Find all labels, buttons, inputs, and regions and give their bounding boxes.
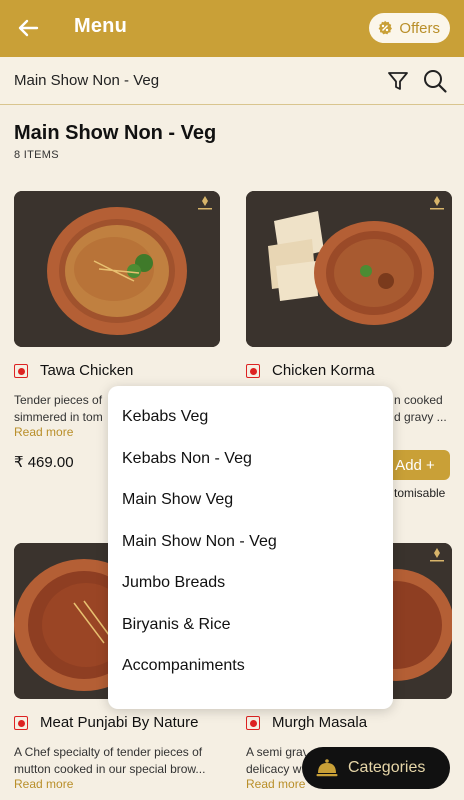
customisable-label: tomisable xyxy=(394,486,446,500)
page-title: Menu xyxy=(74,15,128,37)
arrow-left-icon xyxy=(18,19,39,37)
item-price: ₹ 469.00 xyxy=(14,454,74,471)
category-item-jumbo-breads[interactable]: Jumbo Breads xyxy=(122,574,225,592)
category-item-main-show-veg[interactable]: Main Show Veg xyxy=(122,491,233,509)
section-item-count: 8 ITEMS xyxy=(14,149,59,161)
nonveg-icon xyxy=(14,716,28,730)
item-name: Tawa Chicken xyxy=(40,362,134,379)
item-description: n cooked xyxy=(394,393,443,407)
brand-logo-icon xyxy=(430,196,444,210)
item-description: delicacy w xyxy=(246,762,302,776)
read-more-link[interactable]: Read more xyxy=(246,777,305,791)
food-image xyxy=(246,191,452,347)
back-button[interactable] xyxy=(14,14,42,42)
section-title: Main Show Non - Veg xyxy=(14,122,217,144)
nonveg-icon xyxy=(14,364,28,378)
nonveg-icon xyxy=(246,364,260,378)
item-description: A Chef specialty of tender pieces of xyxy=(14,745,203,759)
cloche-icon xyxy=(316,759,338,777)
current-category-label: Main Show Non - Veg xyxy=(14,72,160,89)
item-name: Murgh Masala xyxy=(272,714,368,731)
category-item-kebabs-veg[interactable]: Kebabs Veg xyxy=(122,408,208,426)
offer-badge-icon xyxy=(379,20,393,35)
search-button[interactable] xyxy=(422,68,448,94)
item-description: d gravy ... xyxy=(394,410,447,424)
menu-item-card[interactable] xyxy=(14,191,220,347)
food-image xyxy=(14,191,220,347)
categories-button[interactable]: Categories xyxy=(302,747,450,789)
read-more-link[interactable]: Read more xyxy=(14,425,73,439)
nonveg-icon xyxy=(246,716,260,730)
offers-button[interactable]: Offers xyxy=(369,13,450,43)
item-description: A semi grav xyxy=(246,745,306,759)
filter-button[interactable] xyxy=(386,69,410,93)
offers-label: Offers xyxy=(399,19,440,37)
menu-item-card[interactable] xyxy=(246,191,452,347)
category-item-biryanis-rice[interactable]: Biryanis & Rice xyxy=(122,616,230,634)
category-item-main-show-non-veg[interactable]: Main Show Non - Veg xyxy=(122,533,277,551)
category-item-accompaniments[interactable]: Accompaniments xyxy=(122,657,245,675)
categories-label: Categories xyxy=(348,759,426,776)
item-name: Meat Punjabi By Nature xyxy=(40,714,199,731)
category-bar: Main Show Non - Veg xyxy=(0,57,464,105)
categories-menu: Kebabs Veg Kebabs Non - Veg Main Show Ve… xyxy=(108,386,393,709)
brand-logo-icon xyxy=(198,196,212,210)
read-more-link[interactable]: Read more xyxy=(14,777,73,791)
app-bar: Menu Offers xyxy=(0,0,464,57)
category-item-kebabs-non-veg[interactable]: Kebabs Non - Veg xyxy=(122,450,252,468)
search-icon xyxy=(424,70,447,93)
filter-icon xyxy=(388,72,408,90)
item-description: mutton cooked in our special brow... xyxy=(14,762,206,776)
item-name: Chicken Korma xyxy=(272,362,375,379)
brand-logo-icon xyxy=(430,548,444,562)
